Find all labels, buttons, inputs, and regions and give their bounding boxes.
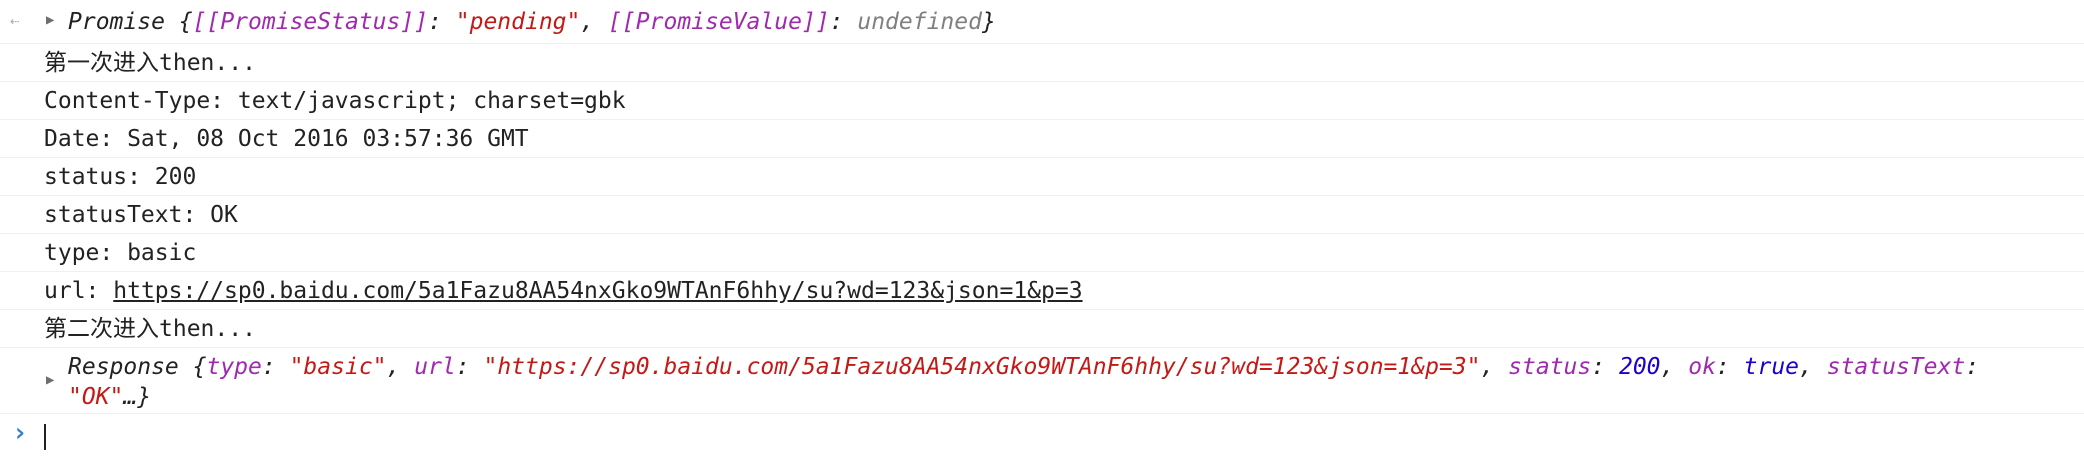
log-text: Content-Type: text/javascript; charset=g… (44, 88, 626, 114)
comma: , (1660, 354, 1689, 380)
expand-triangle-icon[interactable]: ▶ (46, 12, 54, 28)
console-entry-promise[interactable]: ⇠ ▶ Promise {[[PromiseStatus]]: "pending… (0, 0, 2084, 44)
promise-value-key: [[PromiseValue]] (608, 9, 830, 35)
log-line: Date: Sat, 08 Oct 2016 03:57:36 GMT (0, 120, 2084, 158)
colon: : (428, 9, 456, 35)
url-prefix: url: (44, 278, 114, 304)
url-link[interactable]: https://sp0.baidu.com/5a1Fazu8AA54nxGko9… (113, 278, 1082, 304)
status-key: status (1508, 354, 1592, 380)
statustext-value: "OK" (68, 384, 124, 410)
comma: , (1799, 354, 1827, 380)
log-text: Date: Sat, 08 Oct 2016 03:57:36 GMT (44, 126, 529, 152)
log-line: Content-Type: text/javascript; charset=g… (0, 82, 2084, 120)
promise-status-value: "pending" (455, 9, 581, 35)
expand-triangle-icon[interactable]: ▶ (46, 372, 54, 388)
brace: { (164, 9, 193, 35)
type-key: type (206, 354, 262, 380)
log-line-url: url: https://sp0.baidu.com/5a1Fazu8AA54n… (0, 272, 2084, 310)
console-prompt[interactable]: › (0, 414, 2084, 460)
promise-summary: Promise {[[PromiseStatus]]: "pending", [… (68, 0, 996, 44)
log-line: type: basic (0, 234, 2084, 272)
comma: , (580, 9, 609, 35)
comma: , (386, 354, 415, 380)
text-cursor (44, 424, 46, 450)
log-text: 第一次进入then... (44, 50, 256, 76)
url-line-text: url: https://sp0.baidu.com/5a1Fazu8AA54n… (44, 272, 1083, 310)
promise-value-value: undefined (857, 9, 982, 35)
log-text: status: 200 (44, 164, 197, 190)
response-summary: Response {type: "basic", url: "https://s… (68, 352, 2058, 412)
brace: } (981, 9, 996, 35)
log-text: 第二次进入then... (44, 316, 256, 342)
object-type-label: Response (68, 354, 179, 380)
return-arrow-icon: ⇠ (10, 11, 20, 30)
log-line: 第一次进入then... (0, 44, 2084, 82)
colon: : (1591, 354, 1619, 380)
status-value: 200 (1618, 354, 1661, 380)
type-value: "basic" (289, 354, 387, 380)
log-text: type: basic (44, 240, 197, 266)
comma: , (1480, 354, 1509, 380)
log-line: status: 200 (0, 158, 2084, 196)
ok-value: true (1743, 354, 1800, 380)
ellipsis: …} (123, 384, 152, 410)
console-panel: ⇠ ▶ Promise {[[PromiseStatus]]: "pending… (0, 0, 2084, 464)
colon: : (829, 9, 858, 35)
ok-key: ok (1688, 354, 1716, 380)
statustext-key: statusText (1826, 354, 1966, 380)
log-line: statusText: OK (0, 196, 2084, 234)
promise-status-key: [[PromiseStatus]] (192, 9, 429, 35)
object-type-label: Promise (68, 9, 165, 35)
console-entry-response[interactable]: ▶ Response {type: "basic", url: "https:/… (0, 348, 2084, 414)
colon: : (1715, 354, 1744, 380)
url-key: url (414, 354, 456, 380)
colon: : (1965, 354, 1980, 380)
log-line: 第二次进入then... (0, 310, 2084, 348)
brace: { (178, 354, 207, 380)
log-text: statusText: OK (44, 202, 238, 228)
url-value: "https://sp0.baidu.com/5a1Fazu8AA54nxGko… (483, 354, 1481, 380)
colon: : (455, 354, 484, 380)
chevron-right-icon: › (12, 418, 28, 448)
colon: : (261, 354, 290, 380)
